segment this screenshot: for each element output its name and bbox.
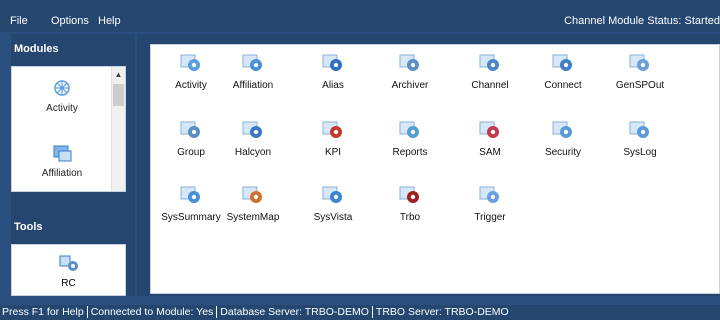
syslog-icon [629,121,649,138]
scroll-up-icon[interactable]: ▲ [112,67,125,83]
archiver-icon [399,54,419,71]
module-grid: Activity Affiliation Alias Archiver Channel C… [150,44,720,294]
module-status-text: Channel Module Status: Started [564,15,720,27]
tool-item-label: RC [61,278,76,289]
module-label: Group [177,147,205,158]
module-label: SysVista [313,212,353,223]
module-label: SysLog [623,147,657,158]
sam-icon [479,121,499,138]
menu-options[interactable]: Options [51,15,89,27]
module-label: GenSPOut [615,80,665,91]
module-trbo[interactable]: Trbo [370,185,450,223]
alias-icon [322,54,342,71]
modules-heading: Modules [14,43,59,55]
status-connection: Connected to Module: Yes [90,306,214,318]
sidebar-item-label: Affiliation [41,168,83,179]
module-label: Trigger [474,212,506,223]
module-label: Trbo [399,212,421,223]
module-label: Affiliation [232,80,274,91]
module-sysvista[interactable]: SysVista [293,185,373,223]
sidebar-item-affiliation[interactable]: Affiliation [12,143,112,179]
rc-icon [59,255,78,271]
scrollbar[interactable]: ▲ [111,67,125,191]
kpi-icon [322,121,342,138]
module-trigger[interactable]: Trigger [450,185,530,223]
module-label: SAM [479,147,501,158]
reports-icon [399,121,419,138]
tool-item-rc[interactable]: RC [12,253,125,289]
module-connect[interactable]: Connect [523,53,603,91]
affiliation-icon [53,145,72,162]
module-label: Reports [392,147,428,158]
activity-icon [180,54,200,71]
tools-heading: Tools [14,221,43,233]
security-icon [552,121,572,138]
halcyon-icon [242,121,262,138]
sidebar-item-label: Activity [46,103,78,114]
module-label: KPI [324,147,342,158]
module-syslog[interactable]: SysLog [600,120,680,158]
module-systemmap[interactable]: SystemMap [213,185,293,223]
genspout-icon [629,54,649,71]
module-alias[interactable]: Alias [293,53,373,91]
tools-list[interactable]: RC [11,244,126,296]
trbo-icon [399,186,419,203]
module-label: SysSummary [161,212,221,223]
trigger-icon [479,186,499,203]
module-label: SystemMap [226,212,280,223]
systemmap-icon [242,186,262,203]
scroll-thumb[interactable] [113,84,124,106]
module-list[interactable]: Activity Affiliation ▲ [11,66,126,192]
module-label: Activity [175,80,207,91]
menu-bar: File Options Help Channel Module Status:… [0,0,720,32]
connect-icon [552,54,572,71]
channel-icon [479,54,499,71]
module-sam[interactable]: SAM [450,120,530,158]
module-affiliation[interactable]: Affiliation [213,53,293,91]
module-archiver[interactable]: Archiver [370,53,450,91]
group-icon [180,121,200,138]
module-halcyon[interactable]: Halcyon [213,120,293,158]
module-label: Security [544,147,582,158]
module-label: Archiver [391,80,429,91]
module-label: Halcyon [234,147,272,158]
module-label: Alias [322,80,344,91]
status-bar: Press F1 for Help Connected to Module: Ye… [0,305,720,320]
status-trbo-server: TRBO Server: TRBO-DEMO [375,306,509,318]
status-help: Press F1 for Help [2,306,84,318]
sidebar-item-activity[interactable]: Activity [12,78,112,114]
status-db-server: Database Server: TRBO-DEMO [220,306,369,318]
menu-help[interactable]: Help [98,15,121,27]
syssummary-icon [180,186,200,203]
module-kpi[interactable]: KPI [293,120,373,158]
sysvista-icon [322,186,342,203]
module-label: Connect [544,80,582,91]
module-security[interactable]: Security [523,120,603,158]
module-label: Channel [471,80,509,91]
menu-file[interactable]: File [10,15,28,27]
module-channel[interactable]: Channel [450,53,530,91]
affiliation-icon [242,54,262,71]
activity-icon [54,80,70,96]
module-reports[interactable]: Reports [370,120,450,158]
module-genspout[interactable]: GenSPOut [600,53,680,91]
